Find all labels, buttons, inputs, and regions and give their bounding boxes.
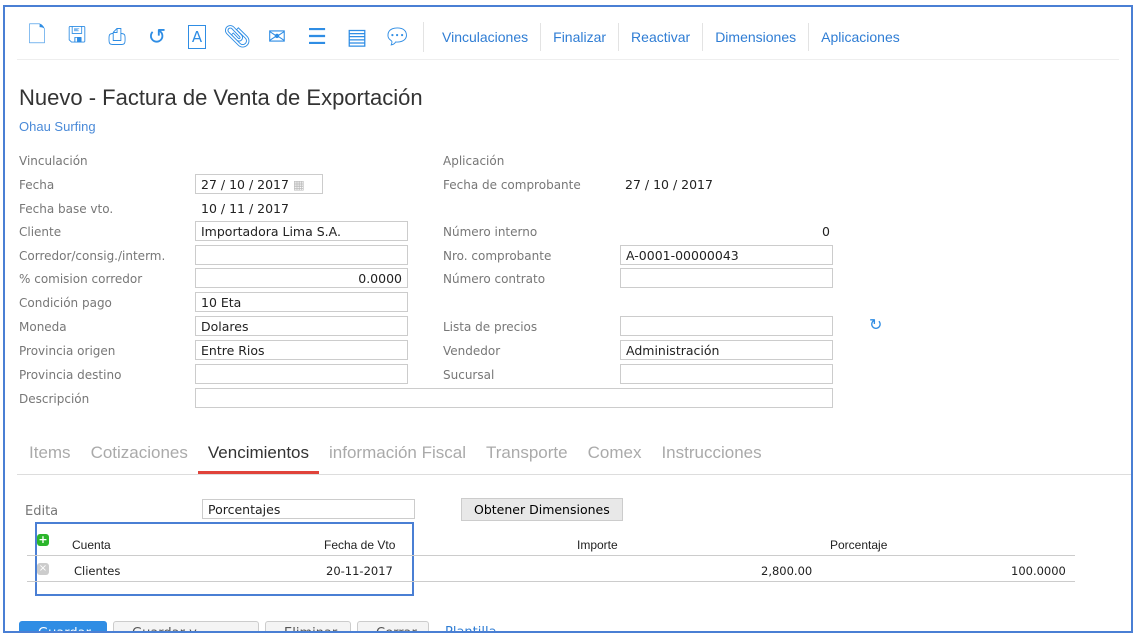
aplicacion-label: Aplicación — [443, 154, 505, 168]
prov-origen-label: Provincia origen — [19, 344, 116, 358]
prov-destino-label: Provincia destino — [19, 368, 122, 382]
guardar-button[interactable]: Guardar — [19, 621, 107, 631]
contrato-label: Número contrato — [443, 272, 546, 286]
vinculacion-label: Vinculación — [19, 154, 88, 168]
col-cuenta: Cuenta — [72, 538, 111, 552]
lista-input[interactable] — [620, 316, 833, 336]
fecha-label: Fecha — [19, 178, 55, 192]
num-interno-value: 0 — [822, 224, 830, 239]
reactivar-link[interactable]: Reactivar — [619, 23, 704, 51]
condicion-input[interactable]: 10 Eta — [195, 292, 408, 312]
vendedor-label: Vendedor — [443, 344, 501, 358]
guardar-nuevo-button[interactable]: Guardar y nuevo — [113, 621, 259, 631]
comision-input[interactable]: 0.0000 — [195, 268, 408, 288]
cell-cuenta[interactable]: Clientes — [74, 564, 120, 578]
cell-fecha[interactable]: 20-11-2017 — [326, 564, 393, 578]
cliente-input[interactable]: Importadora Lima S.A. — [195, 221, 408, 241]
sucursal-input[interactable] — [620, 364, 833, 384]
prov-origen-input[interactable]: Entre Rios — [195, 340, 408, 360]
page-title: Nuevo - Factura de Venta de Exportación — [19, 85, 423, 110]
invoice-window: 🗋 🖫 ⎙ ↺ A 📎︎ ✉ ☰ ▤ 💬︎ Vinculaciones Fina… — [3, 5, 1133, 633]
checklist-icon[interactable]: ☰ — [297, 22, 337, 52]
moneda-input[interactable]: Dolares — [195, 316, 408, 336]
tab-informacion-fiscal[interactable]: información Fiscal — [319, 443, 476, 474]
fecha-value: 27 / 10 / 2017 — [201, 177, 289, 192]
fecha-base-label: Fecha base vto. — [19, 202, 114, 216]
comision-label: % comision corredor — [19, 272, 143, 286]
comment-icon[interactable]: 💬︎ — [377, 22, 417, 52]
moneda-label: Moneda — [19, 320, 67, 334]
aplicaciones-link[interactable]: Aplicaciones — [809, 23, 912, 51]
finalizar-link[interactable]: Finalizar — [541, 23, 620, 51]
attach-icon[interactable]: 📎︎ — [217, 22, 257, 52]
eliminar-button[interactable]: Eliminar — [265, 621, 351, 631]
cell-importe[interactable]: 2,800.00 — [761, 564, 812, 578]
mail-icon[interactable]: ✉ — [257, 22, 297, 52]
condicion-label: Condición pago — [19, 296, 112, 310]
tab-bar: Items Cotizaciones Vencimientos informac… — [19, 443, 772, 474]
edita-label: Edita — [25, 504, 59, 519]
col-importe: Importe — [577, 538, 618, 552]
contrato-input[interactable] — [620, 268, 833, 288]
descripcion-input[interactable] — [195, 388, 833, 408]
cerrar-button[interactable]: Cerrar — [357, 621, 429, 631]
fecha-input[interactable]: 27 / 10 / 2017 ▦ — [195, 174, 323, 194]
toolbar: 🗋 🖫 ⎙ ↺ A 📎︎ ✉ ☰ ▤ 💬︎ Vinculaciones Fina… — [17, 19, 912, 55]
delete-row-icon[interactable]: × — [37, 563, 49, 575]
cliente-label: Cliente — [19, 225, 62, 239]
edita-select[interactable]: Porcentajes — [202, 499, 415, 519]
col-fecha-vto: Fecha de Vto — [324, 538, 396, 552]
fecha-comp-label: Fecha de comprobante — [443, 178, 581, 192]
new-document-icon[interactable]: 🗋 — [17, 22, 57, 52]
add-row-icon[interactable]: + — [37, 534, 49, 546]
corredor-label: Corredor/consig./interm. — [19, 249, 166, 263]
corredor-input[interactable] — [195, 245, 408, 265]
col-porcentaje: Porcentaje — [830, 538, 888, 552]
plantilla-link[interactable]: Plantilla — [445, 625, 497, 631]
history-icon[interactable]: ↺ — [137, 22, 177, 52]
save-icon[interactable]: 🖫 — [57, 22, 97, 52]
cell-porcentaje[interactable]: 100.0000 — [1011, 564, 1066, 578]
tab-items[interactable]: Items — [19, 443, 81, 474]
nro-comp-label: Nro. comprobante — [443, 249, 552, 263]
tab-comex[interactable]: Comex — [578, 443, 652, 474]
tab-transporte[interactable]: Transporte — [476, 443, 578, 474]
highlight-box — [35, 522, 414, 596]
refresh-icon[interactable]: ↻ — [869, 315, 882, 334]
obtener-dimensiones-button[interactable]: Obtener Dimensiones — [461, 498, 623, 521]
fecha-comp-value: 27 / 10 / 2017 — [625, 177, 713, 192]
descripcion-label: Descripción — [19, 392, 90, 406]
nro-comp-input[interactable]: A-0001-00000043 — [620, 245, 833, 265]
vinculaciones-link[interactable]: Vinculaciones — [430, 23, 542, 51]
lista-label: Lista de precios — [443, 320, 538, 334]
tab-instrucciones[interactable]: Instrucciones — [651, 443, 771, 474]
vendedor-input[interactable]: Administración — [620, 340, 833, 360]
prov-destino-input[interactable] — [195, 364, 408, 384]
document-a-icon[interactable]: A — [177, 22, 217, 52]
tab-cotizaciones[interactable]: Cotizaciones — [81, 443, 198, 474]
tab-vencimientos[interactable]: Vencimientos — [197, 443, 320, 474]
fecha-base-value: 10 / 11 / 2017 — [201, 201, 289, 216]
print-icon[interactable]: ⎙ — [97, 22, 137, 52]
calendar-icon[interactable]: ▦ — [293, 177, 305, 192]
dimensiones-link[interactable]: Dimensiones — [703, 23, 810, 51]
report-icon[interactable]: ▤ — [337, 22, 377, 52]
num-interno-label: Número interno — [443, 225, 538, 239]
sucursal-label: Sucursal — [443, 368, 495, 382]
company-link[interactable]: Ohau Surfing — [19, 119, 96, 134]
